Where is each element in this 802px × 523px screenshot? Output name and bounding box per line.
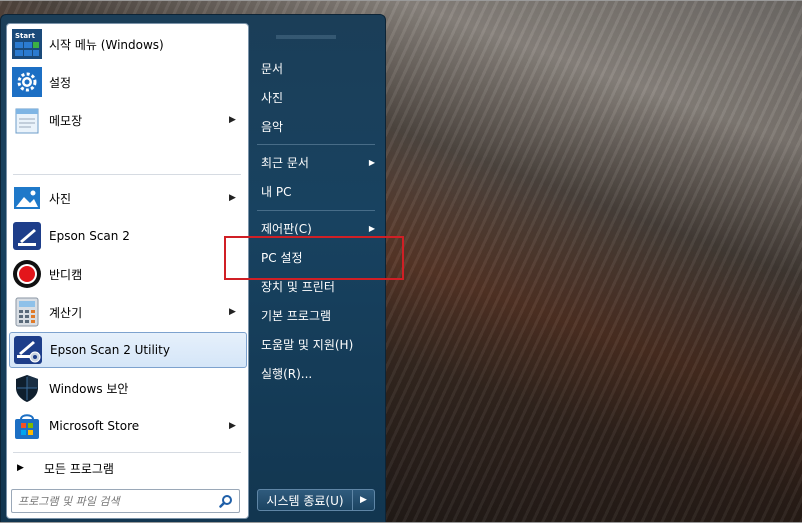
app-bandicam[interactable]: 반디캠 <box>9 256 247 292</box>
divider <box>13 174 241 175</box>
app-label: 메모장 <box>49 113 83 128</box>
app-label: 사진 <box>49 191 72 206</box>
link-label: 내 PC <box>261 184 292 199</box>
microsoft-store-icon <box>11 410 43 442</box>
link-run[interactable]: 실행(R)... <box>261 360 383 386</box>
app-windows-security[interactable]: Windows 보안 <box>9 370 247 406</box>
app-start-menu-windows[interactable]: Start 시작 메뉴 (Windows) <box>9 26 247 62</box>
app-calculator[interactable]: 계산기 ▶ <box>9 294 247 330</box>
app-label: Microsoft Store <box>49 419 140 433</box>
shutdown-button[interactable]: 시스템 종료(U) <box>257 489 353 511</box>
search-icon[interactable] <box>219 494 233 508</box>
app-settings[interactable]: 설정 <box>9 64 247 100</box>
app-label: 계산기 <box>49 305 83 320</box>
link-label: 문서 <box>261 61 284 76</box>
link-recent-documents[interactable]: 최근 문서 ▶ <box>261 149 383 175</box>
annotation-highlight-box <box>224 236 404 280</box>
shutdown-options-arrow-icon[interactable]: ▶ <box>353 489 375 511</box>
chevron-right-icon[interactable]: ▶ <box>229 193 241 203</box>
link-music[interactable]: 음악 <box>261 113 383 139</box>
app-label: 반디캠 <box>49 267 83 282</box>
app-photos[interactable]: 사진 ▶ <box>9 180 247 216</box>
search-input[interactable] <box>18 494 208 508</box>
link-label: 최근 문서 <box>261 155 309 170</box>
user-picture-placeholder <box>276 35 336 39</box>
chevron-right-icon: ▶ <box>368 157 375 167</box>
link-label: 제어판(C) <box>261 221 312 236</box>
divider <box>13 452 241 453</box>
link-label: 도움말 및 지원(H) <box>261 337 354 352</box>
link-documents[interactable]: 문서 <box>261 55 383 81</box>
app-label: Windows 보안 <box>49 381 129 396</box>
link-label: 실행(R)... <box>261 366 313 381</box>
start-menu-icon: Start <box>11 28 43 60</box>
chevron-right-icon[interactable]: ▶ <box>229 421 241 431</box>
link-label: 음악 <box>261 119 284 134</box>
app-label: Epson Scan 2 Utility <box>50 343 170 357</box>
link-label: 기본 프로그램 <box>261 308 332 323</box>
app-notepad[interactable]: 메모장 ▶ <box>9 102 247 138</box>
link-label: 사진 <box>261 90 284 105</box>
divider <box>257 144 375 145</box>
window-top-border <box>0 0 802 1</box>
app-label: 시작 메뉴 (Windows) <box>49 37 164 52</box>
app-epson-scan-2-utility[interactable]: Epson Scan 2 Utility <box>9 332 247 368</box>
shutdown-group: 시스템 종료(U) ▶ <box>257 489 377 511</box>
link-this-pc[interactable]: 내 PC <box>261 178 383 204</box>
epson-scan-icon <box>11 220 43 252</box>
epson-scan-utility-icon <box>12 334 44 366</box>
programs-panel: Start 시작 메뉴 (Windows) 설정 메모장 ▶ 사진 ▶ Epso… <box>6 23 249 519</box>
link-default-programs[interactable]: 기본 프로그램 <box>261 302 383 328</box>
link-help-and-support[interactable]: 도움말 및 지원(H) <box>261 331 383 357</box>
chevron-right-icon[interactable]: ▶ <box>229 307 241 317</box>
link-pictures[interactable]: 사진 <box>261 84 383 110</box>
app-label: Epson Scan 2 <box>49 229 130 243</box>
all-programs-button[interactable]: ▶ 모든 프로그램 <box>9 456 247 480</box>
calculator-icon <box>11 296 43 328</box>
app-microsoft-store[interactable]: Microsoft Store ▶ <box>9 408 247 444</box>
photos-icon <box>11 182 43 214</box>
svg-text:Start: Start <box>15 32 36 40</box>
search-box[interactable] <box>11 489 240 513</box>
chevron-right-icon[interactable]: ▶ <box>229 115 241 125</box>
windows-security-shield-icon <box>11 372 43 404</box>
link-label: 장치 및 프린터 <box>261 279 335 294</box>
app-label: 설정 <box>49 75 72 90</box>
triangle-right-icon: ▶ <box>17 463 24 473</box>
bandicam-record-icon <box>11 258 43 290</box>
divider <box>257 210 375 211</box>
chevron-right-icon: ▶ <box>368 223 375 233</box>
settings-gear-icon <box>11 66 43 98</box>
all-programs-label: 모든 프로그램 <box>43 461 114 476</box>
notepad-icon <box>11 104 43 136</box>
app-epson-scan-2[interactable]: Epson Scan 2 <box>9 218 247 254</box>
